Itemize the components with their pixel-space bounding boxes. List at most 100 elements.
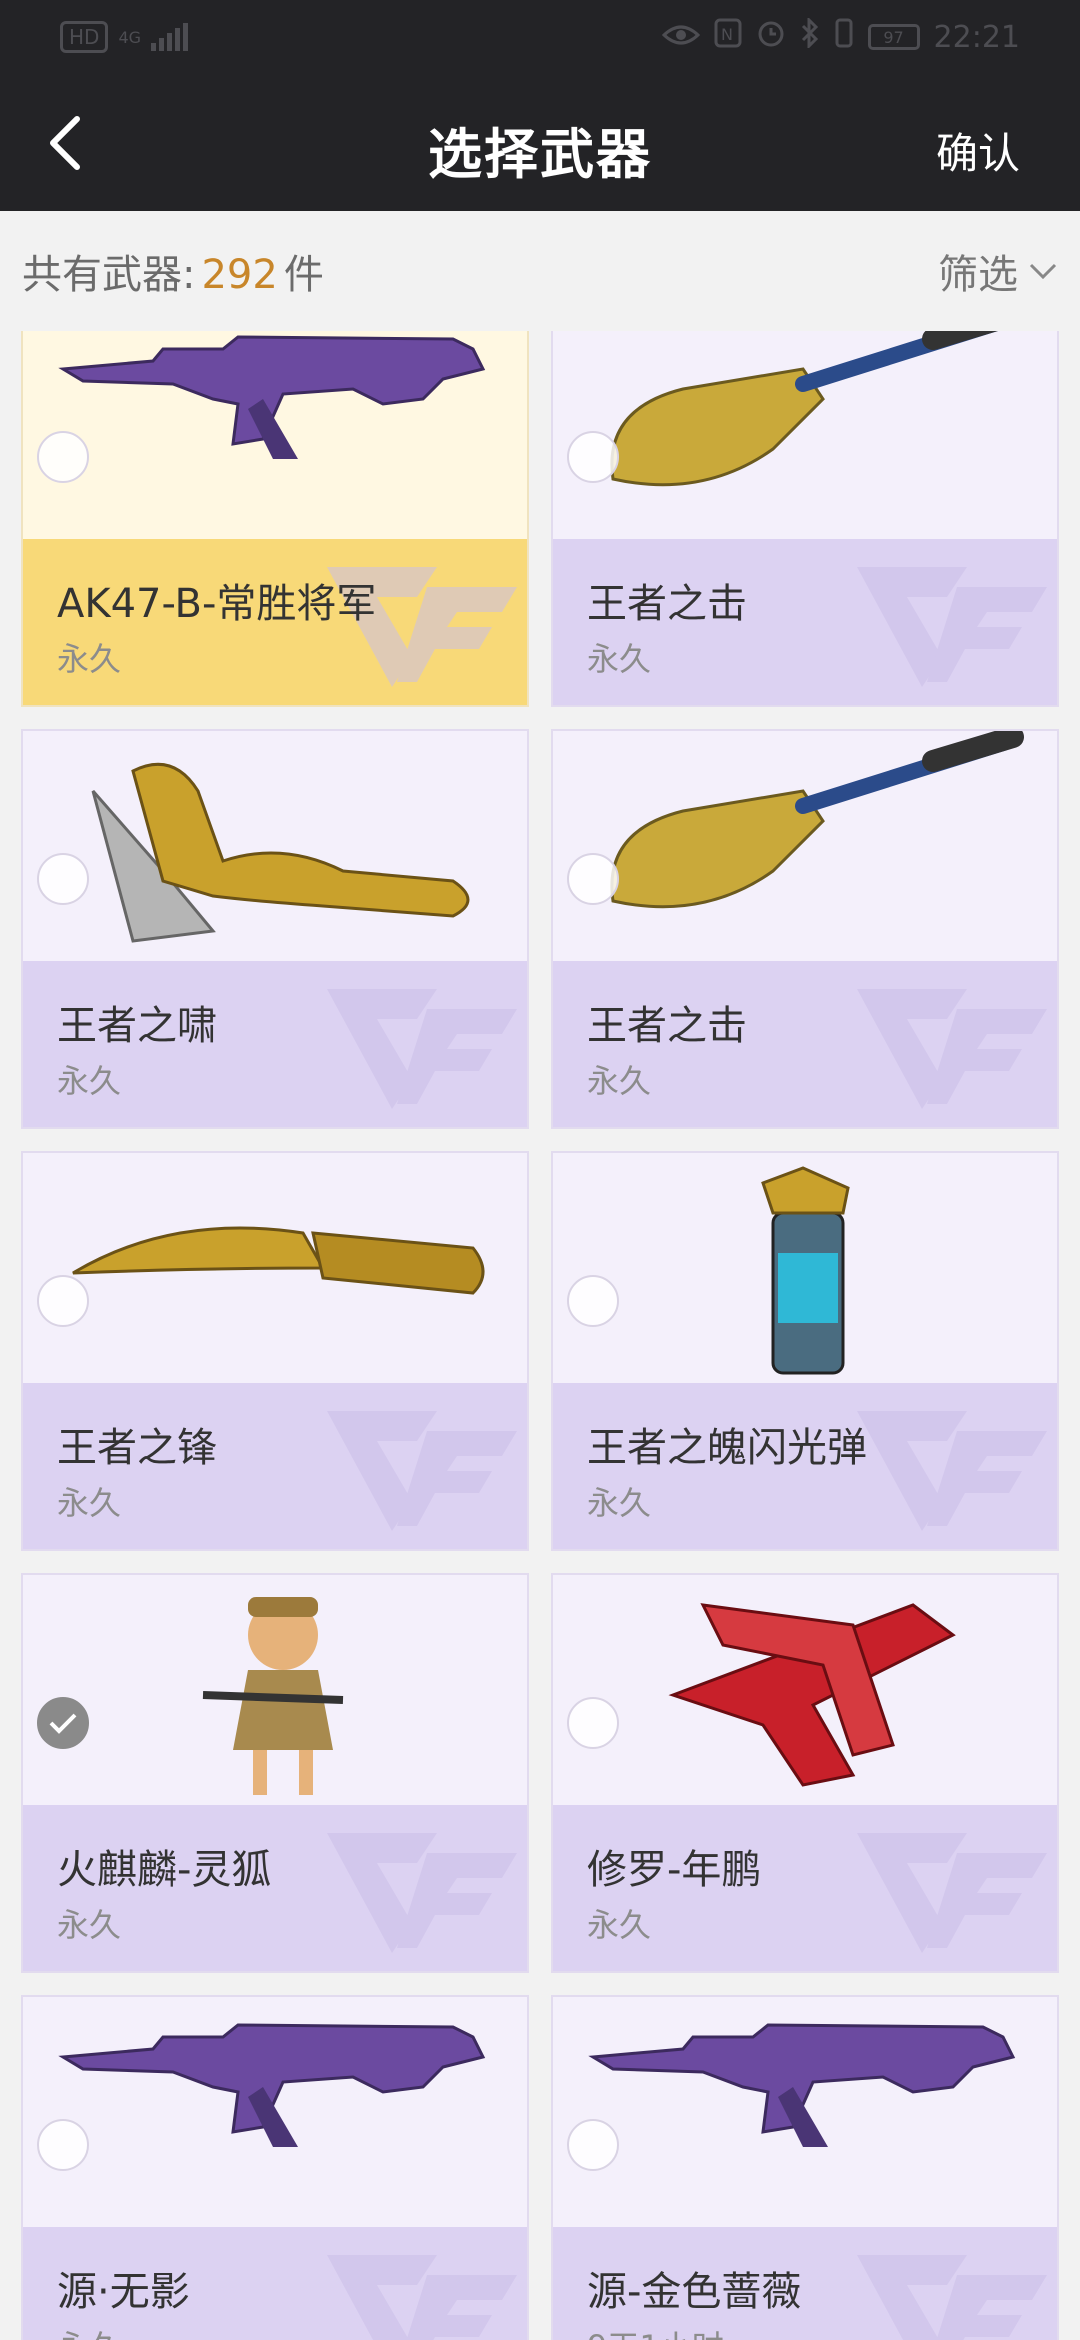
select-radio[interactable] [37, 1275, 89, 1327]
weapon-duration: 永久 [57, 2322, 121, 2340]
chevron-down-icon [1029, 263, 1057, 280]
weapon-list[interactable]: AK47-B-常胜将军 永久 王者之击 永久 王者之啸 永久 王者之击 永久 王… [0, 331, 1080, 2340]
weapon-info: 王者之魄闪光弹 永久 [553, 1383, 1057, 1549]
network-type: 4G [118, 27, 142, 47]
weapon-name: 源·无影 [57, 2269, 190, 2315]
vibrate-icon [834, 18, 854, 56]
weapon-name: 王者之锋 [57, 1425, 217, 1471]
weapon-image [553, 731, 1057, 961]
weapon-card[interactable]: 王者之锋 永久 [21, 1151, 529, 1551]
weapon-info: AK47-B-常胜将军 永久 [23, 539, 527, 705]
weapon-name: 王者之魄闪光弹 [587, 1425, 867, 1471]
weapon-name: 火麒麟-灵狐 [57, 1847, 272, 1893]
weapon-info: 王者之击 永久 [553, 961, 1057, 1127]
select-radio[interactable] [567, 853, 619, 905]
weapon-name: 源-金色蔷薇 [587, 2269, 802, 2315]
weapon-duration: 永久 [587, 1906, 652, 1944]
weapon-name: 王者之击 [587, 581, 747, 627]
weapon-duration: 9天1小时 [587, 2322, 724, 2340]
rifle-icon [58, 335, 486, 459]
weapon-duration: 永久 [587, 1484, 652, 1522]
weapon-image [23, 1997, 527, 2227]
eye-icon [661, 20, 700, 55]
status-bar: HD 4G N 97 22:21 [0, 0, 1080, 74]
weapon-card[interactable]: 王者之击 永久 [551, 729, 1059, 1129]
select-radio[interactable] [37, 1697, 89, 1749]
shovel-icon [610, 331, 998, 487]
cf-logo-icon [857, 1411, 1047, 1531]
weapon-duration: 永久 [57, 1484, 122, 1522]
select-radio[interactable] [37, 2119, 89, 2171]
character-icon [202, 1597, 344, 1795]
weapon-grid: AK47-B-常胜将军 永久 王者之击 永久 王者之啸 永久 王者之击 永久 王… [21, 331, 1059, 2340]
select-radio[interactable] [567, 1275, 619, 1327]
weapon-info: 王者之啸 永久 [23, 961, 527, 1127]
weapon-card[interactable]: 王者之啸 永久 [21, 729, 529, 1129]
confirm-button[interactable]: 确认 [936, 120, 1020, 181]
select-radio[interactable] [567, 2119, 619, 2171]
hd-indicator: HD [60, 21, 109, 53]
battery-icon: 97 [867, 24, 920, 50]
select-radio[interactable] [37, 853, 89, 905]
count-unit: 件 [283, 252, 324, 298]
filter-button[interactable]: 筛选 [938, 242, 1058, 300]
weapon-duration: 永久 [587, 640, 652, 678]
signal-icon [151, 23, 189, 51]
weapon-name: 王者之啸 [57, 1003, 217, 1049]
weapon-duration: 永久 [57, 1906, 122, 1944]
status-left: HD 4G [60, 21, 189, 53]
weapon-duration: 永久 [57, 640, 122, 678]
bluetooth-icon [800, 16, 820, 56]
weapon-duration: 永久 [57, 1062, 122, 1100]
cf-logo-icon [857, 2255, 1047, 2340]
select-radio[interactable] [567, 1697, 619, 1749]
page-title: 选择武器 [428, 123, 652, 186]
weapon-image [23, 331, 527, 539]
rifle-icon [588, 2023, 1016, 2147]
weapon-count: 共有武器: 292 件 [22, 242, 324, 300]
weapon-image [23, 1575, 527, 1805]
header-bar: 选择武器 确认 [0, 74, 1080, 211]
alarm-icon [756, 18, 786, 56]
weapon-info: 火麒麟-灵狐 永久 [23, 1805, 527, 1971]
cf-logo-icon [327, 1411, 517, 1531]
rifle-icon [58, 2023, 486, 2147]
weapon-image [23, 1153, 527, 1383]
weapon-info: 源·无影 永久 [23, 2227, 527, 2340]
select-radio[interactable] [567, 431, 619, 483]
weapon-info: 王者之击 永久 [553, 539, 1057, 705]
flashbang-icon [761, 1166, 850, 1375]
weapon-card[interactable]: AK47-B-常胜将军 永久 [21, 331, 529, 707]
clock: 22:21 [933, 19, 1020, 55]
cf-logo-icon [327, 1833, 517, 1953]
weapon-card[interactable]: 源·无影 永久 [21, 1995, 529, 2340]
select-radio[interactable] [37, 431, 89, 483]
weapon-info: 源-金色蔷薇 9天1小时 [553, 2227, 1057, 2340]
filter-label: 筛选 [938, 252, 1018, 298]
axe-icon [91, 762, 470, 943]
weapon-card[interactable]: 王者之击 永久 [551, 331, 1059, 707]
shovel-icon [610, 731, 1024, 909]
summary-bar: 共有武器: 292 件 筛选 [0, 211, 1080, 331]
weapon-image [553, 1997, 1057, 2227]
weapon-card[interactable]: 修罗-年鹏 永久 [551, 1573, 1059, 1973]
cf-logo-icon [857, 567, 1047, 687]
knife-icon [72, 1226, 485, 1295]
weapon-info: 王者之锋 永久 [23, 1383, 527, 1549]
count-label: 共有武器: [22, 252, 196, 298]
weapon-name: AK47-B-常胜将军 [57, 581, 377, 627]
weapon-card[interactable]: 火麒麟-灵狐 永久 [21, 1573, 529, 1973]
cf-logo-icon [327, 2255, 517, 2340]
weapon-name: 修罗-年鹏 [587, 1847, 762, 1893]
weapon-card[interactable]: 源-金色蔷薇 9天1小时 [551, 1995, 1059, 2340]
cf-logo-icon [327, 989, 517, 1109]
weapon-image [553, 331, 1057, 539]
nfc-icon: N [714, 18, 742, 56]
check-icon [49, 1713, 77, 1734]
pistol-icon [668, 1603, 956, 1787]
weapon-image [23, 731, 527, 961]
status-right: N 97 22:21 [661, 16, 1020, 56]
count-value: 292 [201, 252, 278, 298]
cf-logo-icon [857, 989, 1047, 1109]
weapon-card[interactable]: 王者之魄闪光弹 永久 [551, 1151, 1059, 1551]
